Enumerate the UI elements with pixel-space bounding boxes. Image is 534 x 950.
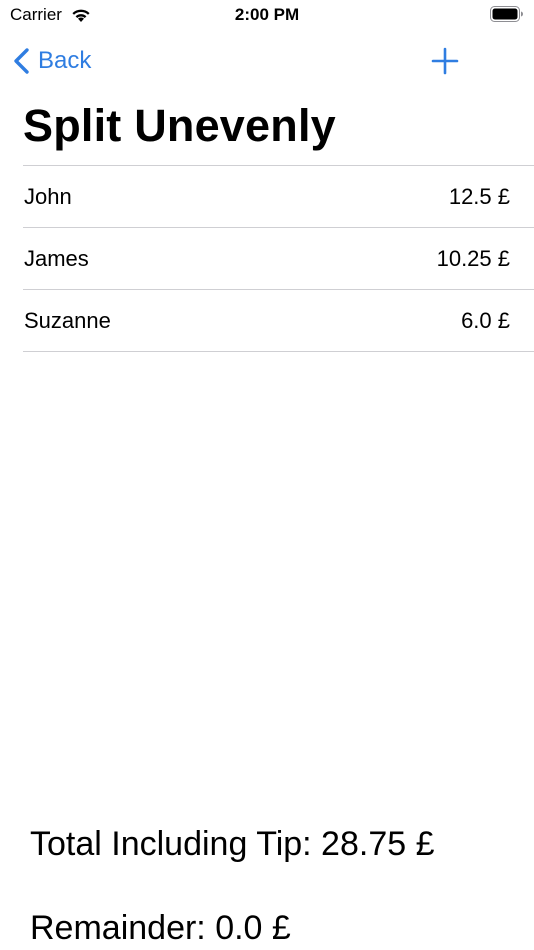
navigation-bar: Back	[0, 36, 534, 86]
list-item[interactable]: Suzanne 6.0 £	[23, 290, 534, 352]
person-name: Suzanne	[24, 307, 111, 333]
person-amount: 10.25 £	[436, 245, 510, 271]
remainder-label: Remainder: 0.0 £	[30, 909, 291, 947]
page-title: Split Unevenly	[23, 100, 336, 151]
total-including-tip: Total Including Tip: 28.75 £	[30, 825, 435, 863]
status-bar: Carrier 2:00 PM	[0, 0, 534, 32]
status-time: 2:00 PM	[234, 5, 300, 24]
add-icon[interactable]	[430, 46, 460, 76]
person-amount: 12.5 £	[448, 183, 510, 209]
back-label: Back	[38, 47, 92, 74]
battery-icon	[490, 6, 523, 22]
chevron-left-icon	[14, 48, 29, 74]
list-item[interactable]: John 12.5 £	[23, 166, 534, 228]
person-amount: 6.0 £	[461, 307, 510, 333]
person-name: John	[24, 183, 72, 209]
people-list: John 12.5 £ James 10.25 £ Suzanne 6.0 £	[23, 165, 534, 352]
list-item[interactable]: James 10.25 £	[23, 228, 534, 290]
person-name: James	[24, 245, 89, 271]
back-button[interactable]: Back	[12, 44, 91, 78]
